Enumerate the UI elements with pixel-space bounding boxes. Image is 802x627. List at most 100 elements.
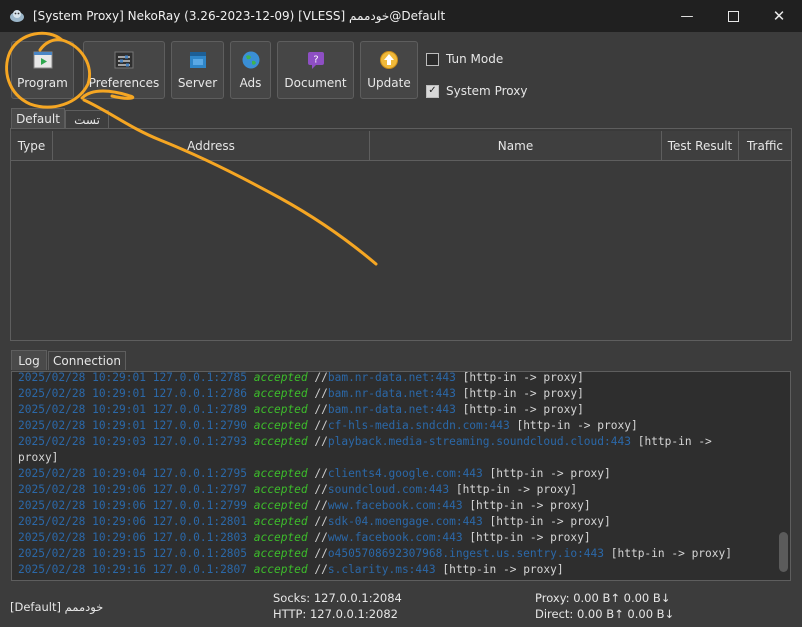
svg-text:?: ? bbox=[313, 55, 318, 66]
log-route: [http-in -> proxy] bbox=[482, 515, 611, 528]
log-status: accepted bbox=[247, 483, 315, 496]
log-route: [http-in -> proxy] bbox=[509, 419, 638, 432]
log-sep: // bbox=[314, 547, 328, 560]
document-button[interactable]: ? Document bbox=[277, 41, 354, 99]
maximize-button[interactable] bbox=[710, 0, 756, 32]
log-status: accepted bbox=[247, 467, 315, 480]
close-button[interactable]: ✕ bbox=[756, 0, 802, 32]
log-status: accepted bbox=[247, 547, 315, 560]
log-dest: sdk-04.moengage.com:443 bbox=[327, 515, 483, 528]
log-sep: // bbox=[314, 419, 328, 432]
log-route: [http-in -> bbox=[630, 435, 712, 448]
close-icon: ✕ bbox=[772, 7, 786, 25]
log-line: 2025/02/28 10:29:06 127.0.0.1:2797 accep… bbox=[12, 482, 790, 498]
log-sep: // bbox=[314, 515, 328, 528]
update-icon bbox=[380, 51, 398, 69]
server-label: Server bbox=[177, 76, 218, 90]
log-line: 2025/02/28 10:29:01 127.0.0.1:2786 accep… bbox=[12, 386, 790, 402]
log-line: 2025/02/28 10:29:06 127.0.0.1:2801 accep… bbox=[12, 514, 790, 530]
program-icon bbox=[33, 51, 52, 69]
log-sep: // bbox=[314, 483, 328, 496]
log-route: [http-in -> proxy] bbox=[482, 467, 611, 480]
column-name[interactable]: Name bbox=[370, 131, 662, 160]
app-logo-icon bbox=[10, 10, 24, 22]
log-ts: 2025/02/28 10:29:03 127.0.0.1:2793 bbox=[18, 435, 248, 448]
log-sep: // bbox=[314, 563, 328, 576]
log-ts: 2025/02/28 10:29:15 127.0.0.1:2805 bbox=[18, 547, 248, 560]
log-sep: // bbox=[314, 531, 328, 544]
log-sep: // bbox=[314, 403, 328, 416]
log-status: accepted bbox=[247, 403, 315, 416]
log-route: [http-in -> proxy] bbox=[462, 531, 591, 544]
maximize-icon bbox=[727, 10, 739, 22]
log-status: accepted bbox=[247, 371, 315, 384]
column-address[interactable]: Address bbox=[53, 131, 370, 160]
log-dest: bam.nr-data.net:443 bbox=[327, 387, 456, 400]
log-sep: // bbox=[314, 435, 328, 448]
log-route: proxy] bbox=[18, 451, 59, 464]
log-dest: s.clarity.ms:443 bbox=[327, 563, 436, 576]
program-label: Program bbox=[17, 76, 68, 90]
log-scrollbar[interactable] bbox=[779, 532, 788, 572]
log-dest: bam.nr-data.net:443 bbox=[327, 403, 456, 416]
title-bar[interactable]: [System Proxy] NekoRay (3.26-2023-12-09)… bbox=[0, 0, 802, 32]
program-button[interactable]: Program bbox=[11, 41, 74, 99]
log-status: accepted bbox=[247, 531, 315, 544]
log-route: [http-in -> proxy] bbox=[462, 499, 591, 512]
column-type[interactable]: Type bbox=[11, 131, 53, 160]
tab-default-label: Default bbox=[16, 111, 60, 126]
status-http: HTTP: 127.0.0.1:2082 bbox=[273, 607, 398, 621]
log-sep: // bbox=[314, 467, 328, 480]
preferences-label: Preferences bbox=[88, 76, 160, 90]
system-proxy-checkbox[interactable]: ✓ bbox=[426, 84, 439, 98]
preferences-button[interactable]: Preferences bbox=[83, 41, 165, 99]
tab-second-group[interactable]: تست bbox=[65, 110, 109, 128]
log-ts: 2025/02/28 10:29:04 127.0.0.1:2795 bbox=[18, 467, 248, 480]
log-status: accepted bbox=[247, 387, 315, 400]
server-button[interactable]: Server bbox=[171, 41, 224, 99]
log-route: [http-in -> proxy] bbox=[604, 547, 732, 560]
log-view[interactable]: 2025/02/28 10:29:01 127.0.0.1:2785 accep… bbox=[11, 371, 791, 581]
log-line: 2025/02/28 10:29:16 127.0.0.1:2807 accep… bbox=[12, 562, 790, 578]
log-line: 2025/02/28 10:29:03 127.0.0.1:2793 accep… bbox=[12, 434, 790, 450]
column-traffic[interactable]: Traffic bbox=[739, 131, 791, 160]
tab-connection-label: Connection bbox=[53, 354, 121, 368]
tab-default-group[interactable]: Default bbox=[11, 108, 65, 128]
tun-mode-toggle[interactable]: Tun Mode bbox=[426, 52, 503, 66]
system-proxy-toggle[interactable]: ✓ System Proxy bbox=[426, 84, 527, 98]
status-socks: Socks: 127.0.0.1:2084 bbox=[273, 591, 402, 605]
globe-icon bbox=[242, 51, 259, 69]
log-dest: cf-hls-media.sndcdn.com:443 bbox=[327, 419, 510, 432]
help-icon: ? bbox=[307, 52, 324, 69]
log-ts: 2025/02/28 10:29:06 127.0.0.1:2803 bbox=[18, 531, 248, 544]
log-ts: 2025/02/28 10:29:06 127.0.0.1:2801 bbox=[18, 515, 248, 528]
log-route: [http-in -> proxy] bbox=[455, 387, 584, 400]
log-line: 2025/02/28 10:29:01 127.0.0.1:2789 accep… bbox=[12, 402, 790, 418]
status-profile: [Default] خودممم bbox=[10, 600, 104, 614]
tun-mode-checkbox[interactable] bbox=[426, 52, 439, 66]
status-proxy-traffic: Proxy: 0.00 B↑ 0.00 B↓ bbox=[535, 591, 671, 605]
log-line: proxy] bbox=[12, 450, 790, 466]
log-ts: 2025/02/28 10:29:01 127.0.0.1:2790 bbox=[18, 419, 248, 432]
log-line: 2025/02/28 10:29:04 127.0.0.1:2795 accep… bbox=[12, 466, 790, 482]
column-test-result[interactable]: Test Result bbox=[662, 131, 739, 160]
minimize-button[interactable]: — bbox=[664, 0, 710, 32]
update-button[interactable]: Update bbox=[360, 41, 418, 99]
log-ts: 2025/02/28 10:29:01 127.0.0.1:2786 bbox=[18, 387, 248, 400]
log-route: [http-in -> proxy] bbox=[455, 371, 584, 384]
log-status: accepted bbox=[247, 499, 315, 512]
log-ts: 2025/02/28 10:29:01 127.0.0.1:2789 bbox=[18, 403, 248, 416]
system-proxy-label: System Proxy bbox=[446, 84, 528, 98]
log-status: accepted bbox=[247, 419, 315, 432]
log-ts: 2025/02/28 10:29:06 127.0.0.1:2799 bbox=[18, 499, 248, 512]
tab-connection[interactable]: Connection bbox=[48, 351, 126, 370]
log-line: 2025/02/28 10:29:01 127.0.0.1:2790 accep… bbox=[12, 418, 790, 434]
log-status: accepted bbox=[247, 515, 315, 528]
table-header: Type Address Name Test Result Traffic bbox=[11, 131, 791, 161]
log-line: 2025/02/28 10:29:06 127.0.0.1:2803 accep… bbox=[12, 530, 790, 546]
log-ts: 2025/02/28 10:29:06 127.0.0.1:2797 bbox=[18, 483, 248, 496]
log-status: accepted bbox=[247, 563, 315, 576]
ads-button[interactable]: Ads bbox=[230, 41, 271, 99]
tab-log[interactable]: Log bbox=[11, 350, 47, 370]
log-route: [http-in -> proxy] bbox=[455, 403, 584, 416]
